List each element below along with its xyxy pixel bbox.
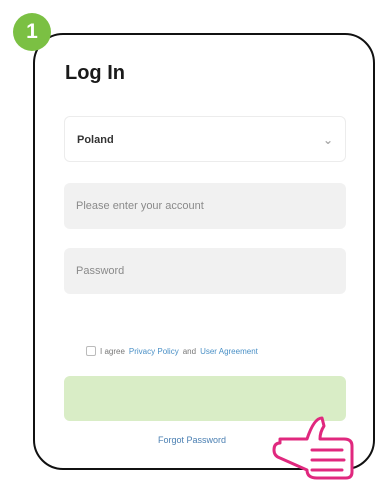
agreement-row: I agree Privacy Policy and User Agreemen… bbox=[86, 346, 258, 356]
login-title: Log In bbox=[65, 62, 125, 84]
country-value: Poland bbox=[77, 134, 114, 146]
account-placeholder: Please enter your account bbox=[76, 200, 204, 212]
password-input[interactable]: Password bbox=[64, 248, 346, 294]
chevron-down-icon: ⌄ bbox=[322, 133, 333, 147]
pointing-hand-icon bbox=[272, 416, 354, 480]
and-text: and bbox=[182, 346, 197, 356]
agree-text: I agree bbox=[100, 346, 125, 356]
step-number-badge: 1 bbox=[13, 13, 51, 51]
user-agreement-link[interactable]: User Agreement bbox=[200, 347, 258, 356]
account-input[interactable]: Please enter your account bbox=[64, 183, 346, 229]
password-placeholder: Password bbox=[76, 265, 125, 277]
forgot-password-link[interactable]: Forgot Password bbox=[158, 435, 226, 445]
country-select[interactable]: Poland ⌄ bbox=[64, 116, 346, 162]
agreement-checkbox[interactable] bbox=[86, 346, 96, 356]
privacy-policy-link[interactable]: Privacy Policy bbox=[129, 347, 179, 356]
